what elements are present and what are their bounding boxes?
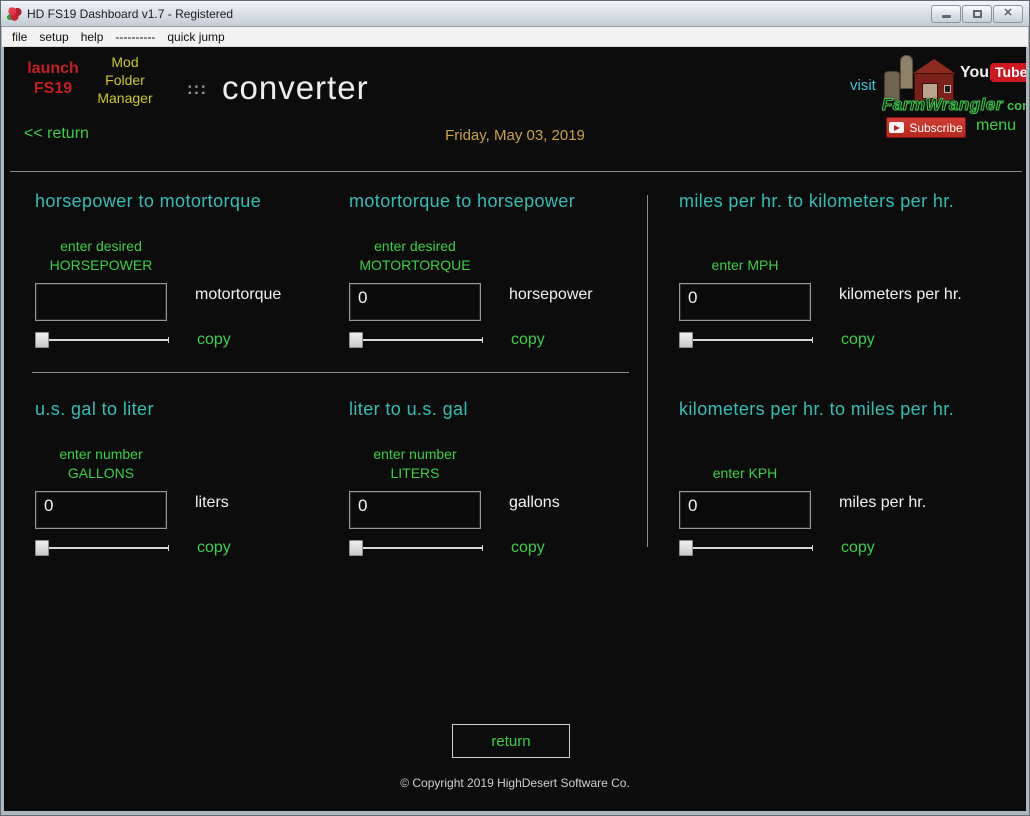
enter-label: enter KPH <box>679 443 811 483</box>
menu-file[interactable]: file <box>10 28 37 46</box>
converter-card-torque-to-hp: motortorque to horsepower enter desired … <box>349 191 649 361</box>
header-divider <box>10 171 1022 172</box>
converter-card-kph-to-mph: kilometers per hr. to miles per hr. ente… <box>679 399 1026 569</box>
launch-fs19-button[interactable]: launch FS19 <box>22 59 84 99</box>
card-heading: miles per hr. to kilometers per hr. <box>679 191 954 212</box>
slider-thumb[interactable] <box>349 540 363 556</box>
visit-label: visit <box>850 77 876 94</box>
row-divider <box>32 372 629 373</box>
converter-card-gal-to-liter: u.s. gal to liter enter number GALLONS l… <box>35 399 335 569</box>
copy-link[interactable]: copy <box>511 539 545 557</box>
youtube-logo[interactable]: You Tube <box>960 63 1026 82</box>
liters-input[interactable] <box>349 491 481 529</box>
minimize-icon <box>942 15 951 18</box>
copy-link[interactable]: copy <box>511 331 545 349</box>
farmwrangler-wordmark[interactable]: FarmWrangler com <box>882 95 1026 115</box>
window-title: HD FS19 Dashboard v1.7 - Registered <box>27 7 233 21</box>
barn-window-icon <box>944 85 951 93</box>
result-label: horsepower <box>509 286 593 304</box>
youtube-you-label: You <box>960 64 989 82</box>
kph-slider[interactable] <box>679 539 813 557</box>
copy-link[interactable]: copy <box>841 331 875 349</box>
mod-folder-manager-button[interactable]: Mod Folder Manager <box>92 53 158 108</box>
copy-link[interactable]: copy <box>841 539 875 557</box>
card-heading: motortorque to horsepower <box>349 191 575 212</box>
menu-bar: file setup help ---------- quick jump <box>2 27 1028 47</box>
close-button[interactable]: ✕ <box>993 5 1023 23</box>
minimize-button[interactable] <box>931 5 961 23</box>
card-heading: kilometers per hr. to miles per hr. <box>679 399 954 420</box>
menu-help[interactable]: help <box>79 28 114 46</box>
converter-card-hp-to-torque: horsepower to motortorque enter desired … <box>35 191 335 361</box>
horsepower-slider[interactable] <box>35 331 169 349</box>
maximize-button[interactable] <box>962 5 992 23</box>
silo-icon <box>900 55 913 89</box>
slider-track <box>37 547 169 549</box>
copy-link[interactable]: copy <box>197 331 231 349</box>
mph-input[interactable] <box>679 283 811 321</box>
converter-card-mph-to-kph: miles per hr. to kilometers per hr. ente… <box>679 191 1026 361</box>
enter-label: enter desired MOTORTORQUE <box>349 235 481 275</box>
slider-track <box>351 339 483 341</box>
slider-track <box>681 339 813 341</box>
horsepower-input[interactable] <box>35 283 167 321</box>
converter-card-liter-to-gal: liter to u.s. gal enter number LITERS ga… <box>349 399 649 569</box>
barn-roof-icon <box>912 59 956 74</box>
kph-input[interactable] <box>679 491 811 529</box>
result-label: kilometers per hr. <box>839 286 962 304</box>
result-label: miles per hr. <box>839 494 926 512</box>
menu-quick-jump[interactable]: quick jump <box>165 28 234 46</box>
menu-dashes[interactable]: ---------- <box>113 28 165 46</box>
card-heading: liter to u.s. gal <box>349 399 468 420</box>
slider-track <box>351 547 483 549</box>
liters-slider[interactable] <box>349 539 483 557</box>
slider-thumb[interactable] <box>679 332 693 348</box>
slider-thumb[interactable] <box>679 540 693 556</box>
brand-tld: com <box>1007 98 1026 113</box>
copy-link[interactable]: copy <box>197 539 231 557</box>
result-label: gallons <box>509 494 560 512</box>
menu-setup[interactable]: setup <box>37 28 78 46</box>
copyright-text: © Copyright 2019 HighDesert Software Co. <box>4 776 1026 790</box>
enter-label: enter number LITERS <box>349 443 481 483</box>
card-heading: u.s. gal to liter <box>35 399 154 420</box>
card-heading: horsepower to motortorque <box>35 191 261 212</box>
maximize-icon <box>973 10 982 18</box>
current-date: Friday, May 03, 2019 <box>4 127 1026 144</box>
page-title: converter <box>222 69 369 107</box>
enter-label: enter number GALLONS <box>35 443 167 483</box>
mph-slider[interactable] <box>679 331 813 349</box>
slider-track <box>681 547 813 549</box>
content-area: launch FS19 Mod Folder Manager ::: conve… <box>4 47 1026 811</box>
enter-label: enter MPH <box>679 235 811 275</box>
enter-label: enter desired HORSEPOWER <box>35 235 167 275</box>
slider-track <box>37 339 169 341</box>
return-button[interactable]: return <box>452 724 570 758</box>
slider-thumb[interactable] <box>35 540 49 556</box>
app-icon <box>7 6 22 21</box>
close-icon: ✕ <box>1003 8 1012 19</box>
slider-thumb[interactable] <box>35 332 49 348</box>
gallons-input[interactable] <box>35 491 167 529</box>
app-window: HD FS19 Dashboard v1.7 - Registered ✕ fi… <box>0 0 1030 816</box>
motortorque-slider[interactable] <box>349 331 483 349</box>
result-label: liters <box>195 494 229 512</box>
title-bar: HD FS19 Dashboard v1.7 - Registered ✕ <box>1 1 1029 27</box>
brand-name: FarmWrangler <box>882 95 1003 115</box>
dots-icon: ::: <box>187 79 207 99</box>
slider-thumb[interactable] <box>349 332 363 348</box>
result-label: motortorque <box>195 286 281 304</box>
motortorque-input[interactable] <box>349 283 481 321</box>
youtube-tube-badge: Tube <box>990 63 1026 82</box>
gallons-slider[interactable] <box>35 539 169 557</box>
